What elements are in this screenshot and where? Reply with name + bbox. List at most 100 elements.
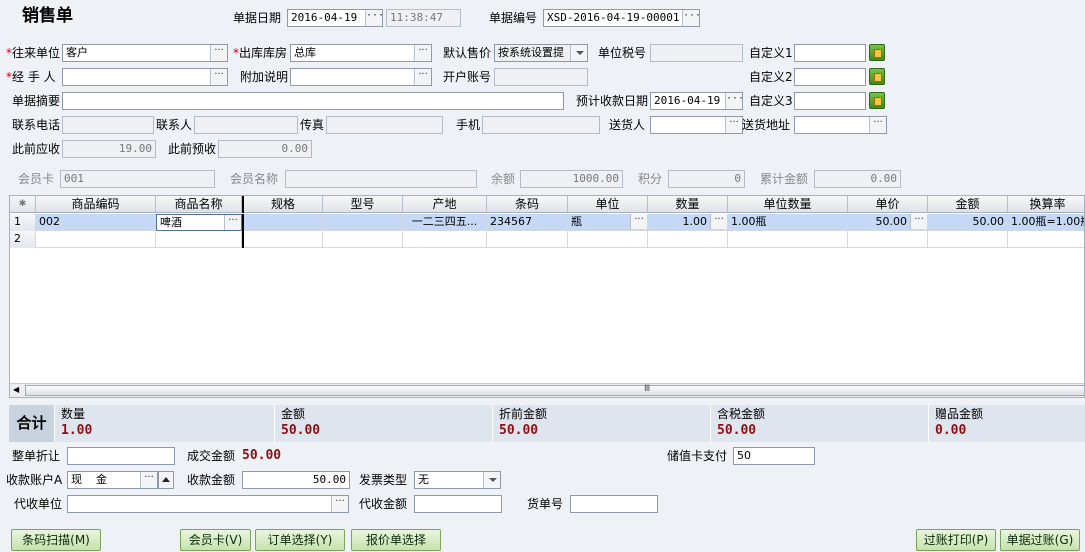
handler-select-button[interactable]: ··· — [210, 69, 227, 85]
cell-unit-qty[interactable] — [728, 231, 848, 248]
quote-select-button[interactable]: 报价单选择 — [351, 529, 441, 551]
deliverer-select-button[interactable]: ··· — [725, 117, 742, 133]
col-header-amount[interactable]: 金额 — [928, 196, 1008, 213]
col-header-unit[interactable]: 单位 — [568, 196, 648, 213]
invoice-type-select[interactable]: 无 — [414, 471, 501, 489]
bill-date-field[interactable]: 2016-04-19 ··· — [287, 9, 383, 27]
cell-name[interactable] — [156, 231, 242, 248]
default-price-select[interactable]: 按系统设置提 — [494, 44, 588, 62]
custom2-field[interactable] — [794, 68, 866, 86]
address-field[interactable]: ··· — [794, 116, 887, 134]
collect-unit-select-button[interactable]: ··· — [331, 496, 348, 512]
cell-barcode[interactable] — [487, 231, 568, 248]
member-card-button[interactable]: 会员卡(V) — [180, 529, 251, 551]
col-header-unit-qty[interactable]: 单位数量 — [728, 196, 848, 213]
cell-barcode[interactable]: 234567 — [487, 214, 568, 231]
custom1-edit-icon[interactable] — [869, 44, 885, 61]
barcode-scan-button[interactable]: 条码扫描(M) — [11, 529, 101, 551]
price-select-button[interactable]: ··· — [910, 214, 927, 229]
cell-spec[interactable] — [242, 214, 323, 231]
col-header-model[interactable]: 型号 — [323, 196, 403, 213]
partner-field[interactable]: 客户 ··· — [62, 44, 228, 62]
table-row[interactable]: 2 — [10, 231, 1084, 248]
address-select-button[interactable]: ··· — [869, 117, 886, 133]
bill-no-field[interactable]: XSD-2016-04-19-00001 ··· — [543, 9, 700, 27]
cell-name[interactable]: 啤酒 ··· — [156, 214, 242, 231]
cell-rate[interactable]: 1.00瓶=1.00瓶 — [1008, 214, 1084, 231]
cell-price[interactable] — [848, 231, 928, 248]
post-print-button[interactable]: 过账打印(P) — [916, 529, 996, 551]
whole-discount-field[interactable] — [67, 447, 175, 465]
cell-unit-qty[interactable]: 1.00瓶 — [728, 214, 848, 231]
stored-card-field[interactable]: 50 — [733, 447, 815, 465]
collect-unit-label: 代收单位 — [14, 497, 63, 511]
col-header-price[interactable]: 单价 — [848, 196, 928, 213]
mobile-field — [482, 116, 600, 134]
deliverer-field[interactable]: ··· — [650, 116, 743, 134]
col-header-rate[interactable]: 换算率 — [1008, 196, 1084, 213]
partner-select-button[interactable]: ··· — [210, 45, 227, 61]
unit-select-button[interactable]: ··· — [630, 214, 647, 229]
recv-account-select-button[interactable]: ··· — [140, 472, 157, 488]
cell-unit[interactable] — [568, 231, 648, 248]
qty-select-button[interactable]: ··· — [710, 214, 727, 229]
cell-origin[interactable]: 一二三四五... — [403, 214, 487, 231]
balance-field: 1000.00 — [520, 170, 623, 188]
summary-field[interactable] — [62, 92, 564, 110]
cell-model[interactable] — [323, 231, 403, 248]
handler-field[interactable]: ··· — [62, 68, 228, 86]
due-date-field[interactable]: 2016-04-19 ··· — [650, 92, 743, 110]
table-row[interactable]: 1 002 啤酒 ··· 一二三四五... 234567 瓶 ··· 1.00 … — [10, 214, 1084, 231]
col-header-origin[interactable]: 产地 — [403, 196, 487, 213]
waybill-label: 货单号 — [527, 497, 564, 511]
col-header-qty[interactable]: 数量 — [648, 196, 728, 213]
col-header-barcode[interactable]: 条码 — [487, 196, 568, 213]
chevron-down-icon[interactable] — [570, 45, 587, 61]
name-select-button[interactable]: ··· — [224, 215, 241, 230]
warehouse-field[interactable]: 总库 ··· — [290, 44, 432, 62]
col-header-name[interactable]: 商品名称 — [156, 196, 242, 213]
chevron-down-icon[interactable] — [483, 472, 500, 488]
cell-qty[interactable] — [648, 231, 728, 248]
cell-amount[interactable]: 50.00 — [928, 214, 1008, 231]
collect-unit-field[interactable]: ··· — [67, 495, 349, 513]
cell-code[interactable]: 002 — [36, 214, 156, 231]
recv-account-field[interactable]: 现 金 ··· — [67, 471, 158, 489]
date-picker-button[interactable]: ··· — [365, 10, 382, 26]
waybill-field[interactable] — [570, 495, 658, 513]
cell-code[interactable] — [36, 231, 156, 248]
custom3-edit-icon[interactable] — [869, 92, 885, 109]
cell-model[interactable] — [323, 214, 403, 231]
arrow-up-icon[interactable] — [158, 471, 174, 489]
cell-unit[interactable]: 瓶 ··· — [568, 214, 648, 231]
cell-origin[interactable] — [403, 231, 487, 248]
prev-receivable-field: 19.00 — [62, 140, 156, 158]
custom2-edit-icon[interactable] — [869, 68, 885, 85]
row-number: 2 — [10, 231, 36, 248]
cell-amount[interactable] — [928, 231, 1008, 248]
cell-qty[interactable]: 1.00 ··· — [648, 214, 728, 231]
col-header-spec[interactable]: 规格 — [242, 196, 323, 213]
cell-spec[interactable] — [242, 231, 323, 248]
invoice-type-label: 发票类型 — [359, 473, 408, 487]
order-select-button[interactable]: 订单选择(Y) — [255, 529, 345, 551]
col-header-code[interactable]: 商品编码 — [36, 196, 156, 213]
prev-advance-field: 0.00 — [218, 140, 312, 158]
goods-grid[interactable]: ✱ 商品编码 商品名称 规格 型号 产地 条码 单位 数量 单位数量 单价 金额… — [9, 195, 1085, 398]
recv-amount-field[interactable]: 50.00 — [242, 471, 350, 489]
custom3-field[interactable] — [794, 92, 866, 110]
warehouse-select-button[interactable]: ··· — [414, 45, 431, 61]
bill-no-button[interactable]: ··· — [682, 10, 699, 26]
add-note-field[interactable]: ··· — [290, 68, 432, 86]
scroll-left-icon[interactable]: ◀ — [13, 384, 19, 396]
horizontal-scrollbar[interactable]: ◀ Ⅲ — [10, 383, 1084, 397]
post-bill-button[interactable]: 单据过账(G) — [1000, 529, 1080, 551]
cell-rate[interactable] — [1008, 231, 1084, 248]
add-note-button[interactable]: ··· — [414, 69, 431, 85]
custom1-field[interactable] — [794, 44, 866, 62]
cell-price[interactable]: 50.00 ··· — [848, 214, 928, 231]
collect-amount-field[interactable] — [414, 495, 502, 513]
scrollbar-thumb[interactable]: Ⅲ — [25, 384, 1084, 396]
bill-no-label: 单据编号 — [489, 11, 538, 25]
due-date-picker-button[interactable]: ··· — [725, 93, 742, 109]
